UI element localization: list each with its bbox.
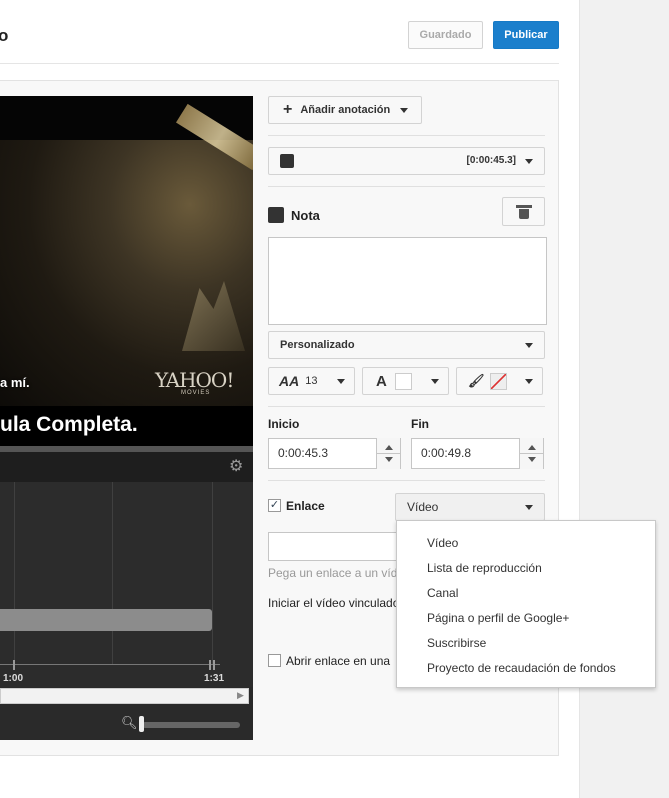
publish-button[interactable]: Publicar <box>493 21 559 49</box>
zoom-slider-track[interactable] <box>142 722 240 728</box>
start-time-stepper[interactable] <box>376 438 401 469</box>
font-size-icon: AA <box>279 373 300 389</box>
annotation-type-label: Nota <box>291 207 320 223</box>
font-color-swatch <box>394 372 412 390</box>
annotation-text-area[interactable] <box>268 237 547 325</box>
dropdown-item-channel[interactable]: Canal <box>397 581 655 606</box>
plus-icon: + <box>283 101 293 118</box>
dropdown-item-subscribe[interactable]: Suscribirse <box>397 631 655 656</box>
font-size-value: 13 <box>305 375 318 387</box>
magnifier-icon: 🔍︎ <box>121 715 138 730</box>
link-url-input[interactable] <box>268 532 408 561</box>
timeline-axis <box>0 664 220 665</box>
decrement-icon[interactable] <box>528 457 536 462</box>
paint-bucket-icon: 🖌︎ <box>468 373 485 388</box>
timeline-gridline <box>14 482 15 664</box>
chevron-down-icon <box>400 107 409 113</box>
dropdown-item-video[interactable]: Vídeo <box>397 531 655 556</box>
panel-divider <box>268 406 545 407</box>
note-icon <box>268 207 284 223</box>
link-type-value: Vídeo <box>407 500 439 514</box>
increment-icon[interactable] <box>528 445 536 450</box>
timeline-scrollbar[interactable]: ▶ <box>0 688 249 704</box>
add-annotation-button[interactable]: + Añadir anotación <box>268 96 422 124</box>
panel-divider <box>268 480 545 481</box>
style-select[interactable]: Personalizado <box>268 331 545 359</box>
decrement-icon[interactable] <box>385 457 393 462</box>
dropdown-item-google-plus[interactable]: Página o perfil de Google+ <box>397 606 655 631</box>
scroll-right-icon[interactable]: ▶ <box>237 690 244 701</box>
chevron-down-icon <box>525 505 533 510</box>
timeline-tick <box>213 660 215 670</box>
background-color-swatch <box>489 372 507 390</box>
delete-annotation-button[interactable] <box>502 197 545 226</box>
chevron-down-icon <box>525 343 533 348</box>
yahoo-logo-sub: MOVIES <box>181 390 211 396</box>
timeline-zoom: 🔍︎ <box>0 706 253 740</box>
link-type-dropdown: Vídeo Lista de reproducción Canal Página… <box>396 520 656 688</box>
annotation-time: [0:00:45.3] <box>466 155 516 166</box>
annotation-timeline-bar[interactable] <box>0 609 212 631</box>
chevron-down-icon <box>525 159 533 164</box>
link-label: Enlace <box>286 499 325 513</box>
dropdown-item-playlist[interactable]: Lista de reproducción <box>397 556 655 581</box>
timeline-tick-label: 1:31 <box>204 673 225 684</box>
yahoo-logo: YAHOO! <box>155 368 234 392</box>
font-color-select[interactable]: A <box>362 367 449 395</box>
trash-icon <box>515 205 532 219</box>
start-time-label: Inicio <box>268 417 300 431</box>
link-hint: Pega un enlace a un víde <box>268 566 398 580</box>
video-subtitle: a mí. <box>0 375 30 390</box>
chevron-down-icon <box>337 379 345 384</box>
add-annotation-label: Añadir anotación <box>300 104 391 116</box>
end-time-stepper[interactable] <box>519 438 544 469</box>
timeline-header: ⚙ <box>0 452 253 482</box>
style-select-value: Personalizado <box>280 339 355 351</box>
video-player[interactable]: a mí. YAHOO! MOVIES <box>0 96 253 406</box>
note-icon <box>280 154 294 168</box>
video-scene-rock <box>182 281 245 351</box>
font-size-select[interactable]: AA 13 <box>268 367 355 395</box>
chevron-down-icon <box>431 379 439 384</box>
timeline-tick <box>209 660 211 670</box>
annotation-selector[interactable]: [0:00:45.3] <box>268 147 545 175</box>
background-color-select[interactable]: 🖌︎ <box>456 367 543 395</box>
page-title: o <box>0 26 9 45</box>
timeline-tick <box>13 660 15 670</box>
start-linked-video-label: Iniciar el vídeo vinculado <box>268 596 398 610</box>
timeline-gridline <box>112 482 113 664</box>
increment-icon[interactable] <box>385 445 393 450</box>
annotation-type-heading: Nota <box>268 207 320 223</box>
panel-divider <box>268 135 545 136</box>
dropdown-item-fundraising[interactable]: Proyecto de recaudación de fondos <box>397 656 655 681</box>
link-checkbox[interactable]: ✓ <box>268 499 281 512</box>
open-new-window-label: Abrir enlace en una <box>286 654 391 668</box>
timeline-tick-label: 1:00 <box>3 673 24 684</box>
annotation-timeline: ⚙ 1:00 1:31 ▶ 🔍︎ <box>0 452 253 740</box>
stepper-divider <box>377 453 401 454</box>
header-divider <box>0 63 559 64</box>
timeline-track-area <box>0 482 253 687</box>
video-caption-bar: ula Completa. <box>0 406 253 446</box>
zoom-slider-thumb[interactable] <box>139 716 144 732</box>
link-type-select[interactable]: Vídeo <box>395 493 545 521</box>
chevron-down-icon <box>525 379 533 384</box>
end-time-label: Fin <box>411 417 429 431</box>
panel-divider <box>268 186 545 187</box>
stepper-divider <box>520 453 544 454</box>
gear-icon[interactable]: ⚙ <box>229 459 245 475</box>
timeline-gridline <box>212 482 213 664</box>
open-new-window-checkbox[interactable] <box>268 654 281 667</box>
font-color-icon: A <box>376 372 387 390</box>
saved-button[interactable]: Guardado <box>408 21 483 49</box>
